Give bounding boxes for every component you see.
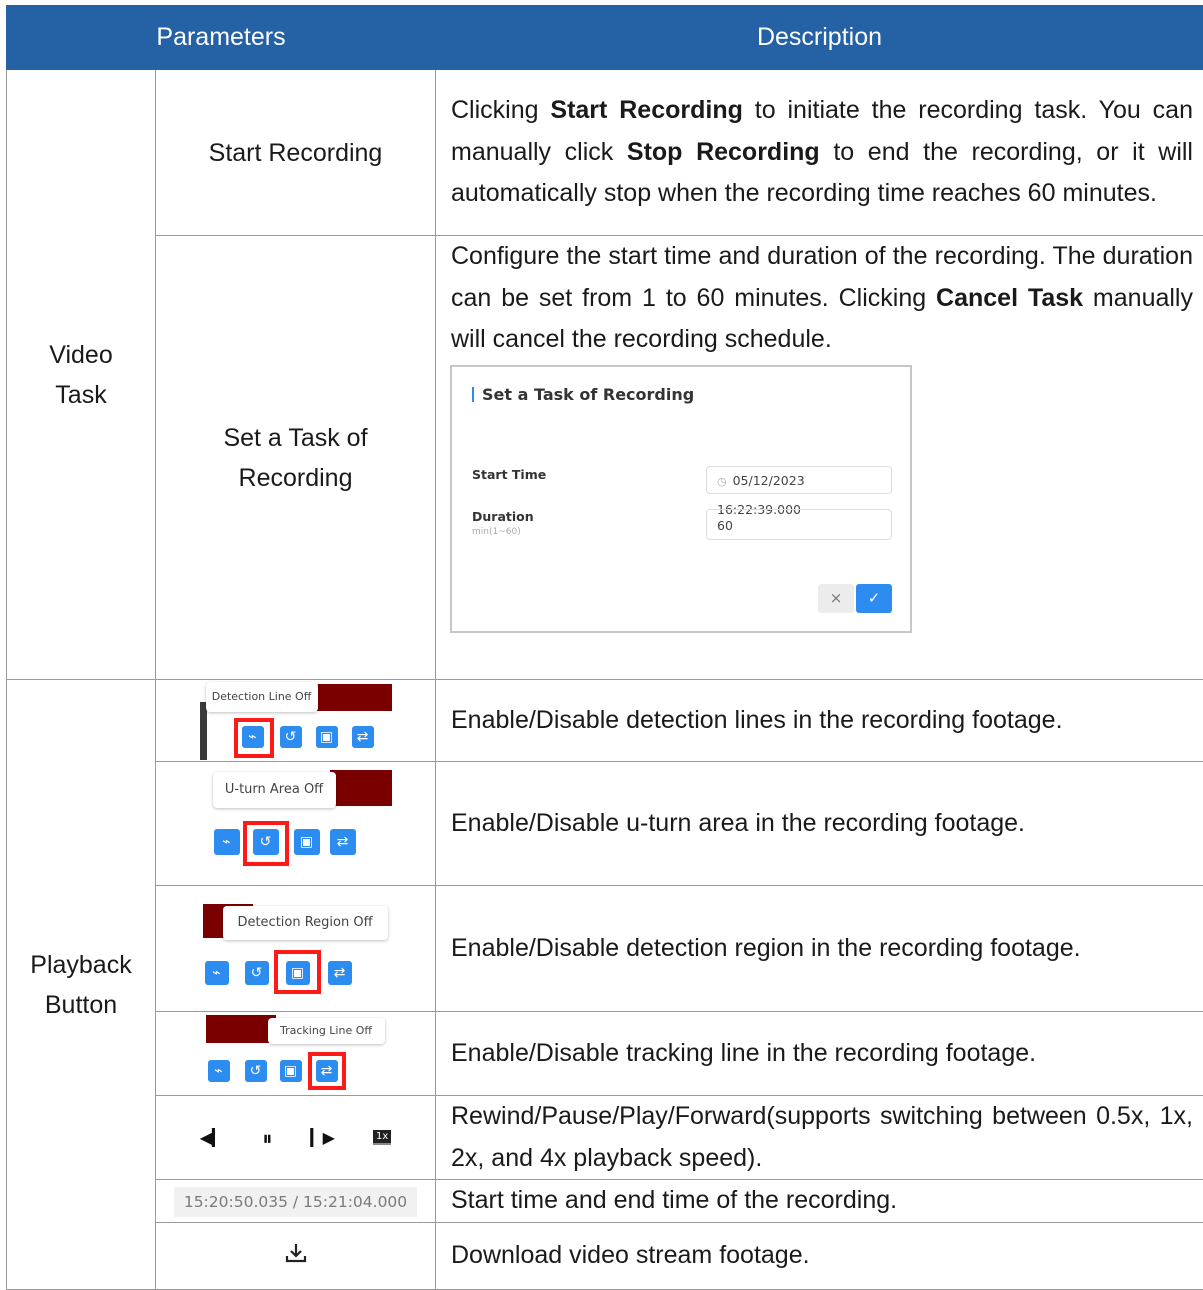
param-u-turn: U-turn Area Off ⌁ ↺ ▣ ⇄	[156, 762, 436, 886]
tooltip: U-turn Area Off	[213, 772, 336, 808]
header-parameters: Parameters	[7, 6, 436, 70]
table-row: Set a Task ofRecording Configure the sta…	[7, 236, 1203, 680]
toolbar-snippet: Detection Region Off ⌁ ↺ ▣ ⇄	[203, 904, 389, 994]
desc-detection-line: Enable/Disable detection lines in the re…	[436, 680, 1203, 762]
desc-set-task: Configure the start time and duration of…	[436, 236, 1203, 680]
table-row: Tracking Line Off ⌁ ↺ ▣ ⇄ Enable/Disable…	[7, 1012, 1203, 1096]
param-tracking-line: Tracking Line Off ⌁ ↺ ▣ ⇄	[156, 1012, 436, 1096]
table-row: Video Task Start Recording Clicking Star…	[7, 70, 1203, 236]
desc-download: Download video stream footage.	[436, 1223, 1203, 1290]
group-label: Task	[55, 381, 106, 409]
table-row: ◀▎ ⏸ ▎▶ 1x Rewind/Pause/Play/Forward(sup…	[7, 1096, 1203, 1180]
table-row: Playback Button Detection Line Off ⌁ ↺ ▣…	[7, 680, 1203, 762]
header-description: Description	[436, 6, 1203, 70]
table-row: 15:20:50.035 / 15:21:04.000 Start time a…	[7, 1180, 1203, 1223]
bold-term: Cancel Task	[936, 284, 1083, 312]
u-turn-icon[interactable]: ↺	[280, 726, 302, 748]
param-set-task: Set a Task ofRecording	[156, 236, 436, 680]
group-label: Button	[45, 991, 117, 1019]
group-video-task: Video Task	[7, 70, 156, 680]
dialog-title: Set a Task of Recording	[472, 385, 694, 405]
rewind-icon[interactable]: ◀▎	[200, 1128, 225, 1147]
param-detection-line: Detection Line Off ⌁ ↺ ▣ ⇄	[156, 680, 436, 762]
toolbar-snippet: Tracking Line Off ⌁ ↺ ▣ ⇄	[206, 1015, 386, 1093]
download-icon[interactable]	[285, 1242, 307, 1271]
u-turn-icon[interactable]: ↺	[245, 961, 269, 985]
confirm-button[interactable]: ✓	[856, 584, 892, 613]
start-time-input[interactable]: ◷05/12/2023 16:22:39.000	[706, 466, 892, 494]
tracking-line-icon[interactable]: ⇄	[330, 829, 356, 855]
desc-u-turn: Enable/Disable u-turn area in the record…	[436, 762, 1203, 886]
param-start-recording: Start Recording	[156, 70, 436, 236]
tooltip: Detection Line Off	[206, 682, 318, 712]
group-label: Video	[49, 341, 113, 369]
param-time: 15:20:50.035 / 15:21:04.000	[156, 1180, 436, 1223]
table-row: Detection Region Off ⌁ ↺ ▣ ⇄ Enable/Disa…	[7, 886, 1203, 1012]
clock-icon: ◷	[717, 475, 727, 488]
table-row: Download video stream footage.	[7, 1223, 1203, 1290]
table-row: U-turn Area Off ⌁ ↺ ▣ ⇄ Enable/Disable u…	[7, 762, 1203, 886]
duration-input[interactable]: 60	[706, 509, 892, 540]
desc-start-recording: Clicking Start Recording to initiate the…	[436, 70, 1203, 236]
pause-icon[interactable]: ⏸	[262, 1126, 272, 1150]
region-icon[interactable]: ▣	[280, 1060, 302, 1082]
region-icon[interactable]: ▣	[316, 726, 338, 748]
group-playback-button: Playback Button	[7, 680, 156, 1290]
u-turn-icon[interactable]: ↺	[245, 1060, 267, 1082]
tracking-line-icon[interactable]: ⇄	[328, 961, 352, 985]
time-readout: 15:20:50.035 / 15:21:04.000	[174, 1187, 417, 1217]
param-detection-region: Detection Region Off ⌁ ↺ ▣ ⇄	[156, 886, 436, 1012]
tooltip: Tracking Line Off	[268, 1018, 385, 1044]
detection-line-icon[interactable]: ⌁	[205, 961, 229, 985]
duration-label: Duration	[472, 509, 534, 525]
bold-term: Stop Recording	[627, 138, 820, 166]
desc-tracking-line: Enable/Disable tracking line in the reco…	[436, 1012, 1203, 1096]
cancel-button[interactable]: ×	[818, 584, 854, 613]
start-time-label: Start Time	[472, 467, 546, 483]
toolbar-snippet: Detection Line Off ⌁ ↺ ▣ ⇄	[200, 682, 392, 760]
group-label: Playback	[30, 951, 131, 979]
detection-line-icon[interactable]: ⌁	[214, 829, 240, 855]
table-header-row: Parameters Description	[7, 6, 1203, 70]
duration-hint: min(1~60)	[472, 526, 521, 538]
region-icon[interactable]: ▣	[294, 829, 320, 855]
speed-button[interactable]: 1x	[373, 1130, 391, 1145]
parameters-table: Parameters Description Video Task Start …	[6, 5, 1203, 1290]
param-download	[156, 1223, 436, 1290]
param-playback-controls: ◀▎ ⏸ ▎▶ 1x	[156, 1096, 436, 1180]
toolbar-snippet: U-turn Area Off ⌁ ↺ ▣ ⇄	[200, 770, 392, 878]
play-forward-icon[interactable]: ▎▶	[310, 1128, 335, 1147]
tracking-line-icon[interactable]: ⇄	[352, 726, 374, 748]
detection-line-icon[interactable]: ⌁	[208, 1060, 230, 1082]
desc-playback-controls: Rewind/Pause/Play/Forward(supports switc…	[436, 1096, 1203, 1180]
task-dialog-screenshot: Set a Task of Recording Start Time ◷05/1…	[450, 365, 912, 633]
desc-time: Start time and end time of the recording…	[436, 1180, 1203, 1223]
desc-detection-region: Enable/Disable detection region in the r…	[436, 886, 1203, 1012]
tooltip: Detection Region Off	[223, 906, 388, 940]
bold-term: Start Recording	[550, 96, 742, 124]
